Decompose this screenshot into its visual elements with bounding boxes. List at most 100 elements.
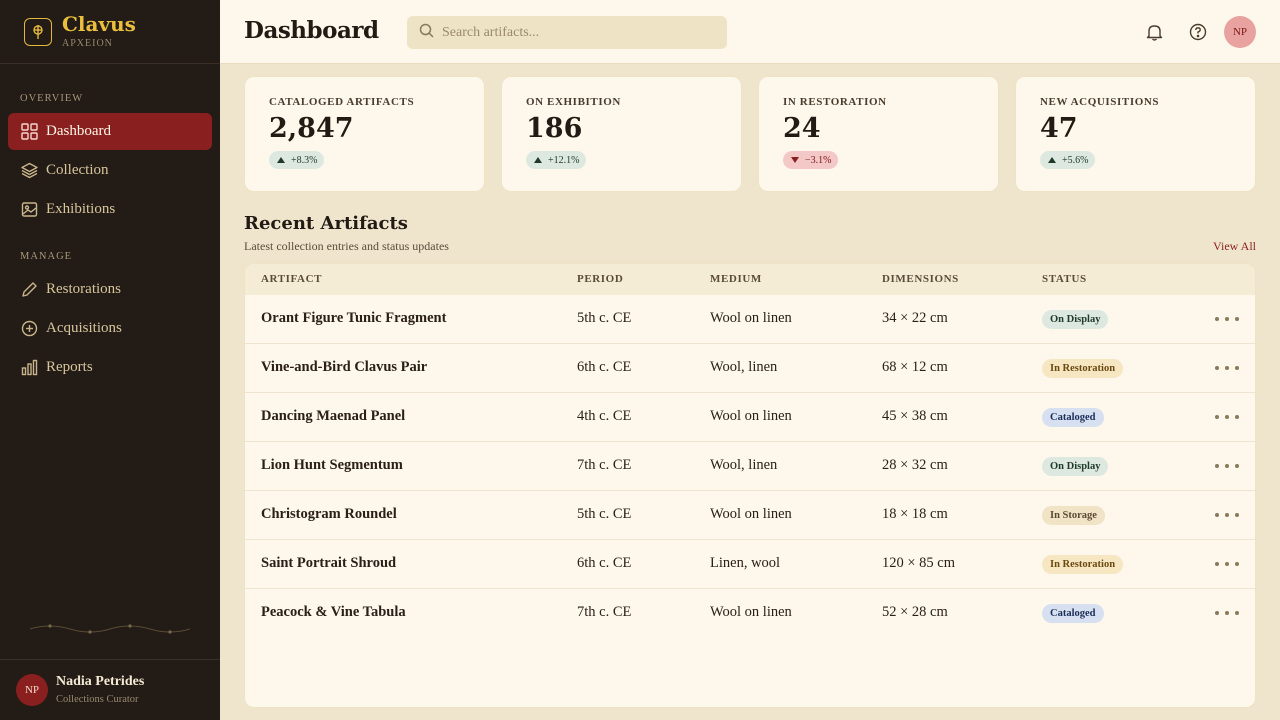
stat-value: 47 [1040, 113, 1078, 144]
stat-value: 2,847 [269, 113, 354, 144]
artifact-period: 4th c. CE [577, 408, 632, 424]
table-row[interactable]: Dancing Maenad Panel 4th c. CE Wool on lin… [245, 393, 1255, 442]
column-header-period[interactable]: PERIOD [577, 273, 623, 285]
more-options-icon[interactable] [1215, 407, 1239, 427]
sidebar-item-label: Dashboard [46, 123, 111, 139]
table-row[interactable]: Vine-and-Bird Clavus Pair 6th c. CE Wool, … [245, 344, 1255, 393]
artifact-period: 6th c. CE [577, 555, 632, 571]
artifact-name: Saint Portrait Shroud [261, 555, 397, 571]
grid-icon [20, 123, 38, 141]
artifact-period: 7th c. CE [577, 604, 632, 620]
sidebar-item-acquisitions[interactable]: Acquisitions [8, 310, 212, 347]
artifact-period: 7th c. CE [577, 457, 632, 473]
table-row[interactable]: Lion Hunt Segmentum 7th c. CE Wool, linen 2… [245, 442, 1255, 491]
table-row[interactable]: Saint Portrait Shroud 6th c. CE Linen, woo… [245, 540, 1255, 589]
sidebar-item-collection[interactable]: Collection [8, 152, 212, 189]
status-badge: In Storage [1042, 506, 1105, 525]
sidebar: Clavus APXEION OVERVIEW Dashboard Collec… [0, 0, 220, 720]
stat-value: 186 [526, 113, 583, 144]
search-icon [419, 23, 434, 43]
artifact-medium: Wool, linen [710, 359, 778, 375]
artifact-name: Orant Figure Tunic Fragment [261, 310, 447, 326]
more-options-icon[interactable] [1215, 603, 1239, 623]
sidebar-item-exhibitions[interactable]: Exhibitions [8, 191, 212, 228]
artifact-medium: Wool on linen [710, 310, 792, 326]
bar-chart-icon [20, 359, 38, 377]
user-avatar-button[interactable]: NP [1224, 16, 1256, 48]
artifact-name: Vine-and-Bird Clavus Pair [261, 359, 428, 375]
more-options-icon[interactable] [1215, 505, 1239, 525]
brand-subtitle: APXEION [62, 37, 113, 49]
more-options-icon[interactable] [1215, 358, 1239, 378]
artifact-name: Peacock & Vine Tabula [261, 604, 406, 620]
delta-text: −3.1% [805, 154, 832, 166]
artifact-name: Lion Hunt Segmentum [261, 457, 403, 473]
column-header-artifact[interactable]: ARTIFACT [261, 273, 322, 285]
artifact-period: 6th c. CE [577, 359, 632, 375]
delta-text: +12.1% [548, 154, 580, 166]
trend-down-icon [791, 157, 799, 163]
artifact-medium: Linen, wool [710, 555, 781, 571]
help-icon[interactable] [1188, 22, 1208, 42]
column-header-medium[interactable]: MEDIUM [710, 273, 762, 285]
clavus-logo-icon [24, 17, 52, 46]
trend-up-icon [534, 157, 542, 163]
sidebar-item-label: Restorations [46, 281, 121, 297]
more-options-icon[interactable] [1215, 309, 1239, 329]
artifact-dimensions: 52 × 28 cm [882, 604, 948, 620]
section-title: Recent Artifacts [244, 213, 408, 234]
artifact-medium: Wool on linen [710, 408, 792, 424]
stat-card-in-restoration: IN RESTORATION 24 −3.1% [758, 76, 999, 192]
more-options-icon[interactable] [1215, 456, 1239, 476]
sidebar-item-label: Exhibitions [46, 201, 116, 217]
search-bar[interactable] [407, 16, 727, 49]
page-title: Dashboard [244, 17, 379, 44]
search-input[interactable] [442, 24, 712, 41]
user-name: Nadia Petrides [56, 674, 145, 689]
stat-delta-badge: +12.1% [526, 151, 587, 169]
plus-circle-icon [20, 320, 38, 338]
brand-name: Clavus [62, 11, 136, 36]
artifact-dimensions: 120 × 85 cm [882, 555, 956, 571]
artifact-name: Christogram Roundel [261, 506, 397, 522]
artifact-dimensions: 68 × 12 cm [882, 359, 948, 375]
notifications-bell-icon[interactable] [1144, 22, 1164, 42]
stat-card-cataloged: CATALOGED ARTIFACTS 2,847 +8.3% [244, 76, 485, 192]
avatar: NP [16, 674, 48, 706]
sidebar-item-reports[interactable]: Reports [8, 349, 212, 386]
stat-value: 24 [783, 113, 821, 144]
stat-label: ON EXHIBITION [526, 96, 621, 108]
status-badge: On Display [1042, 457, 1109, 476]
artifact-medium: Wool on linen [710, 604, 792, 620]
table-row[interactable]: Peacock & Vine Tabula 7th c. CE Wool on li… [245, 589, 1255, 638]
stat-delta-badge: −3.1% [783, 151, 839, 169]
stat-label: NEW ACQUISITIONS [1040, 96, 1160, 108]
stat-card-on-exhibition: ON EXHIBITION 186 +12.1% [501, 76, 742, 192]
artifacts-table: ARTIFACT PERIOD MEDIUM DIMENSIONS STATUS… [244, 263, 1256, 708]
status-badge: Cataloged [1042, 604, 1104, 623]
table-row[interactable]: Orant Figure Tunic Fragment 5th c. CE Wool… [245, 295, 1255, 344]
sidebar-item-label: Reports [46, 359, 93, 375]
status-badge: In Restoration [1042, 359, 1124, 378]
artifact-dimensions: 45 × 38 cm [882, 408, 948, 424]
artifact-medium: Wool, linen [710, 457, 778, 473]
decorative-wave-ornament [30, 624, 190, 634]
view-all-link[interactable]: View All [1213, 239, 1256, 254]
column-header-status[interactable]: STATUS [1042, 273, 1087, 285]
layers-icon [20, 162, 38, 180]
status-badge: In Restoration [1042, 555, 1124, 574]
trend-up-icon [1048, 157, 1056, 163]
status-badge: Cataloged [1042, 408, 1104, 427]
sidebar-user[interactable]: NP Nadia Petrides Collections Curator [0, 659, 220, 720]
image-icon [20, 201, 38, 219]
section-subtitle: Latest collection entries and status upd… [244, 239, 449, 253]
column-header-dimensions[interactable]: DIMENSIONS [882, 273, 959, 285]
more-options-icon[interactable] [1215, 554, 1239, 574]
sidebar-item-dashboard[interactable]: Dashboard [8, 113, 212, 150]
sidebar-item-restorations[interactable]: Restorations [8, 271, 212, 308]
nav-section-manage: MANAGE [20, 251, 73, 262]
pencil-icon [20, 281, 38, 299]
user-role: Collections Curator [56, 694, 139, 705]
table-row[interactable]: Christogram Roundel 5th c. CE Wool on line… [245, 491, 1255, 540]
brand[interactable]: Clavus APXEION [0, 0, 220, 64]
